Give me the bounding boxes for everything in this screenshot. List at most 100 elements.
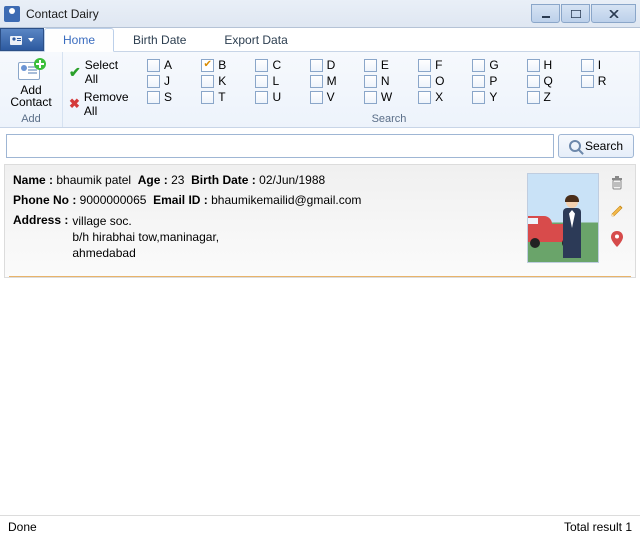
letter-filter-J[interactable]: J <box>147 74 197 88</box>
letter-filter-P[interactable]: P <box>472 74 522 88</box>
search-button[interactable]: Search <box>558 134 634 158</box>
letter-filter-D[interactable]: D <box>310 58 360 72</box>
checkbox-icon <box>527 75 540 88</box>
search-row: Search <box>0 128 640 164</box>
checkbox-icon <box>201 59 214 72</box>
delete-button[interactable] <box>609 175 625 191</box>
minimize-button[interactable] <box>531 4 560 23</box>
address-line: b/h hirabhai tow,maninagar, <box>72 229 219 245</box>
letter-label: E <box>381 58 389 72</box>
checkbox-icon <box>472 59 485 72</box>
close-button[interactable] <box>591 4 636 23</box>
row-contact: Phone No : 9000000065 Email ID : bhaumik… <box>13 193 519 207</box>
letter-filter-O[interactable]: O <box>418 74 468 88</box>
letter-filter-W[interactable]: W <box>364 90 414 104</box>
letter-label: X <box>435 90 443 104</box>
address-line: ahmedabad <box>72 245 219 261</box>
letter-filter-B[interactable]: B <box>201 58 251 72</box>
letter-filter-Y[interactable]: Y <box>472 90 522 104</box>
address-line: village soc. <box>72 213 219 229</box>
checkbox-icon <box>418 91 431 104</box>
checkbox-icon <box>255 75 268 88</box>
birth-value: 02/Jun/1988 <box>259 173 325 187</box>
age-value: 23 <box>171 173 184 187</box>
letter-label: M <box>327 74 337 88</box>
checkbox-icon <box>364 91 377 104</box>
letter-label: K <box>218 74 226 88</box>
letter-filter-M[interactable]: M <box>310 74 360 88</box>
map-pin-button[interactable] <box>609 231 625 247</box>
checkbox-icon <box>364 75 377 88</box>
letter-filter-C[interactable]: C <box>255 58 305 72</box>
letter-filter-L[interactable]: L <box>255 74 305 88</box>
letter-label: S <box>164 90 172 104</box>
checkbox-icon <box>147 59 160 72</box>
letter-filter-H[interactable]: H <box>527 58 577 72</box>
checkbox-icon <box>310 59 323 72</box>
letter-label: V <box>327 90 335 104</box>
add-contact-icon <box>18 60 44 82</box>
letter-label: C <box>272 58 281 72</box>
letter-filter-A[interactable]: A <box>147 58 197 72</box>
search-icon <box>569 140 581 152</box>
birth-label: Birth Date : <box>191 173 256 187</box>
contact-card: Name : bhaumik patel Age : 23 Birth Date… <box>4 164 636 278</box>
letter-label: O <box>435 74 444 88</box>
letter-filter-N[interactable]: N <box>364 74 414 88</box>
contact-info: Name : bhaumik patel Age : 23 Birth Date… <box>13 173 519 267</box>
letter-label: U <box>272 90 281 104</box>
window-buttons <box>530 4 636 23</box>
tab-birth-date[interactable]: Birth Date <box>114 28 205 51</box>
ribbon-tabs: Home Birth Date Export Data <box>44 28 307 51</box>
check-icon: ✔ <box>69 64 81 81</box>
search-input[interactable] <box>6 134 554 158</box>
letter-filter-X[interactable]: X <box>418 90 468 104</box>
checkbox-icon <box>472 91 485 104</box>
letter-label: Z <box>544 90 551 104</box>
results-area: Name : bhaumik patel Age : 23 Birth Date… <box>0 164 640 278</box>
tab-export-data[interactable]: Export Data <box>205 28 306 51</box>
letter-filter-V[interactable]: V <box>310 90 360 104</box>
letter-label: Q <box>544 74 553 88</box>
edit-button[interactable] <box>609 203 625 219</box>
row-address: Address : village soc.b/h hirabhai tow,m… <box>13 213 519 261</box>
x-icon: ✖ <box>69 96 80 112</box>
remove-all-label: Remove All <box>84 90 133 118</box>
remove-all-button[interactable]: ✖ Remove All <box>69 88 133 120</box>
title-bar: Contact Dairy <box>0 0 640 28</box>
ribbon-group-select: ✔ Select All ✖ Remove All <box>63 52 139 127</box>
letter-label: A <box>164 58 172 72</box>
letter-label: I <box>598 58 601 72</box>
tab-home[interactable]: Home <box>44 28 114 52</box>
letter-label: Y <box>489 90 497 104</box>
checkbox-icon <box>255 91 268 104</box>
ribbon: AddContact Add ✔ Select All ✖ Remove All… <box>0 52 640 128</box>
letter-filter-G[interactable]: G <box>472 58 522 72</box>
letter-filter-S[interactable]: S <box>147 90 197 104</box>
select-all-button[interactable]: ✔ Select All <box>69 56 133 88</box>
letter-label: J <box>164 74 170 88</box>
age-label: Age : <box>138 173 168 187</box>
letter-filter-R[interactable]: R <box>581 74 631 88</box>
group-label-add: Add <box>6 113 56 125</box>
checkbox-icon <box>147 91 160 104</box>
status-left: Done <box>8 520 37 534</box>
letter-filter-U[interactable]: U <box>255 90 305 104</box>
maximize-button[interactable] <box>561 4 590 23</box>
letter-filter-Z[interactable]: Z <box>527 90 577 104</box>
checkbox-icon <box>255 59 268 72</box>
add-contact-button[interactable]: AddContact <box>6 56 56 108</box>
chevron-down-icon <box>28 38 34 42</box>
checkbox-icon <box>472 75 485 88</box>
email-value: bhaumikemailid@gmail.com <box>211 193 361 207</box>
letter-filter-I[interactable]: I <box>581 58 631 72</box>
letter-filter-Q[interactable]: Q <box>527 74 577 88</box>
app-menu-button[interactable] <box>0 28 44 51</box>
letter-filter-T[interactable]: T <box>201 90 251 104</box>
letter-filter-F[interactable]: F <box>418 58 468 72</box>
ribbon-group-add: AddContact Add <box>0 52 63 127</box>
address-label: Address : <box>13 213 68 261</box>
letter-filter-K[interactable]: K <box>201 74 251 88</box>
letter-filter-E[interactable]: E <box>364 58 414 72</box>
checkbox-icon <box>581 75 594 88</box>
